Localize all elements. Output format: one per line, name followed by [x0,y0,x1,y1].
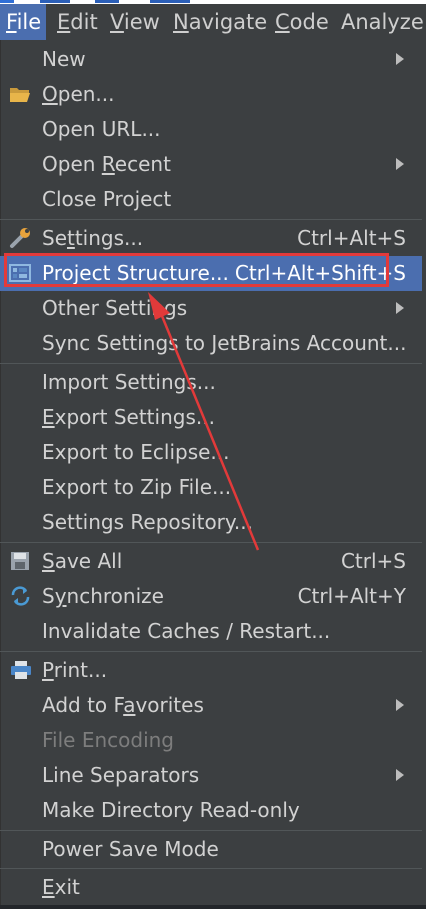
submenu-arrow-icon [396,158,404,170]
menu-item-label: Export to Eclipse... [42,440,230,464]
menu-item-line-separators[interactable]: Line Separators [0,758,422,793]
menu-item-import-settings[interactable]: Import Settings... [0,365,422,400]
menu-item-export-settings[interactable]: Export Settings... [0,400,422,435]
menu-item-open-url[interactable]: Open URL... [0,112,422,147]
menu-item-label: Other Settings [42,296,188,320]
menu-separator [0,651,422,652]
menu-file[interactable]: File [0,4,46,40]
shortcut-label: Ctrl+Alt+Shift+S [234,261,406,285]
menu-item-label: File Encoding [42,728,174,752]
menu-item-invalidate-caches[interactable]: Invalidate Caches / Restart... [0,614,422,649]
menu-item-label: Settings Repository... [42,510,253,534]
menu-item-label: New [42,47,86,71]
menu-item-export-eclipse[interactable]: Export to Eclipse... [0,435,422,470]
submenu-arrow-icon [396,302,404,314]
submenu-arrow-icon [396,769,404,781]
shortcut-label: Ctrl+S [340,549,406,573]
menu-item-label: Export to Zip File... [42,475,232,499]
menu-item-label: Synchronize [42,584,164,608]
shortcut-label: Ctrl+Alt+Y [297,584,406,608]
menu-item-open[interactable]: Open... [0,77,422,112]
menu-item-exit[interactable]: Exit [0,870,422,905]
menu-item-label: Add to Favorites [42,693,204,717]
menu-item-label: Open Recent [42,152,171,176]
folder-open-icon [10,88,30,102]
menu-item-label: Open... [42,82,115,106]
menu-item-add-to-favorites[interactable]: Add to Favorites [0,688,422,723]
menu-item-label: Make Directory Read-only [42,798,300,822]
menu-item-label: Open URL... [42,117,161,141]
menu-item-label: Close Project [42,187,172,211]
menu-separator [0,542,422,543]
menu-navigate[interactable]: Navigate [173,4,267,40]
menu-item-file-encoding: File Encoding [0,723,422,758]
menu-item-label: Print... [42,658,108,682]
menu-item-label: Import Settings... [42,370,216,394]
menu-item-project-structure[interactable]: Project Structure... Ctrl+Alt+Shift+S [0,256,422,291]
menu-item-label: Project Structure... [42,261,229,285]
menu-item-label: Export Settings... [42,405,215,429]
menu-item-label: Sync Settings to JetBrains Account... [42,331,407,355]
menu-item-close-project[interactable]: Close Project [0,182,422,217]
menu-separator [0,219,422,220]
menu-bar: File Edit View Navigate Code Analyze [0,4,426,40]
menu-item-label: Invalidate Caches / Restart... [42,619,331,643]
submenu-arrow-icon [396,699,404,711]
menu-item-synchronize[interactable]: Synchronize Ctrl+Alt+Y [0,579,422,614]
menu-item-print[interactable]: Print... [0,653,422,688]
project-structure-icon [9,264,31,282]
menu-item-new[interactable]: New [0,42,422,77]
save-icon [11,552,29,570]
menu-item-sync-settings[interactable]: Sync Settings to JetBrains Account... [0,326,422,361]
menu-separator [0,830,422,831]
menu-item-save-all[interactable]: Save All Ctrl+S [0,544,422,579]
bottom-strip [0,905,426,909]
menu-analyze[interactable]: Analyze [341,4,424,40]
menu-item-label: Power Save Mode [42,837,219,861]
wrench-icon [10,228,30,248]
menu-code[interactable]: Code [275,4,329,40]
refresh-icon [11,586,30,606]
menu-view[interactable]: View [110,4,160,40]
menu-item-label: Exit [42,875,80,899]
submenu-arrow-icon [396,53,404,65]
menu-item-power-save-mode[interactable]: Power Save Mode [0,832,422,867]
menu-item-other-settings[interactable]: Other Settings [0,291,422,326]
shortcut-label: Ctrl+Alt+S [297,226,406,250]
menu-item-label: Save All [42,549,123,573]
menu-item-settings-repository[interactable]: Settings Repository... [0,505,422,540]
menu-separator [0,868,422,869]
menu-edit[interactable]: Edit [57,4,98,40]
menu-item-label: Line Separators [42,763,200,787]
print-icon [11,661,31,679]
menu-item-export-zip[interactable]: Export to Zip File... [0,470,422,505]
menu-item-settings[interactable]: Settings... Ctrl+Alt+S [0,221,422,256]
menu-separator [0,363,422,364]
menu-item-label: Settings... [42,226,144,250]
menu-item-make-directory-readonly[interactable]: Make Directory Read-only [0,793,422,828]
menu-item-open-recent[interactable]: Open Recent [0,147,422,182]
